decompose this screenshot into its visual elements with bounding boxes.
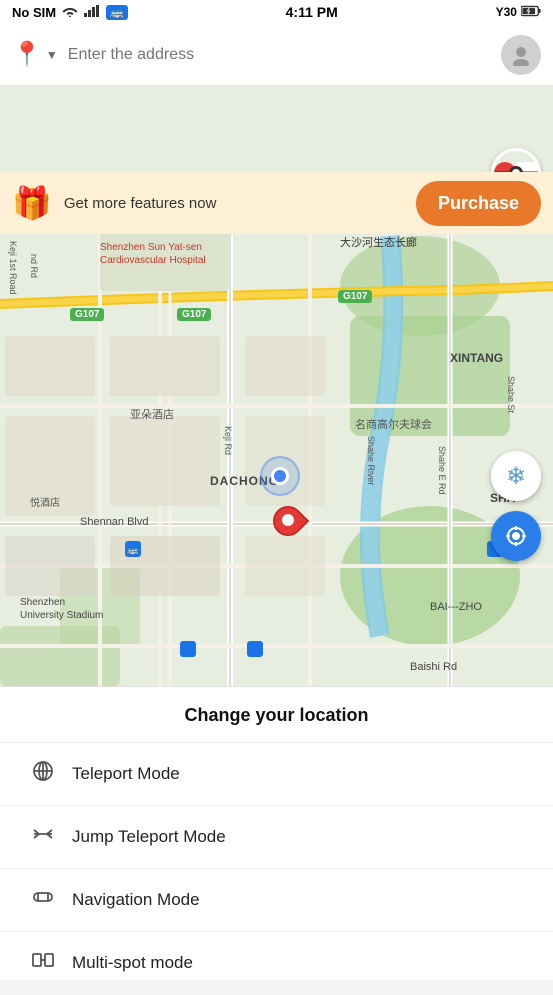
bottom-panel: Change your location Teleport Mode <box>0 686 553 980</box>
status-right: Y30 <box>496 5 541 20</box>
status-bar: No SIM 🚌 4:11 PM Y30 <box>0 0 553 24</box>
g107-badge-1: G107 <box>70 308 104 321</box>
pin-icon: 📍 <box>12 40 42 69</box>
keji-1st-road-label: Keji 1st Road <box>8 241 18 321</box>
wifi-icon <box>62 5 78 20</box>
jump-teleport-mode-label: Jump Teleport Mode <box>72 827 226 847</box>
battery-label: Y30 <box>496 5 517 19</box>
location-type-selector[interactable]: 📍 ▼ <box>12 40 58 69</box>
hotel-label: 亚朵酒店 <box>130 406 174 422</box>
shahe-st-label: Shahe St <box>506 376 516 436</box>
search-bar: 📍 ▼ <box>0 24 553 86</box>
destination-pin[interactable] <box>273 506 303 546</box>
promo-banner: 🎁 Get more features now Purchase <box>0 172 553 234</box>
snowflake-button[interactable]: ❄ <box>491 451 541 501</box>
g107-badge-2: G107 <box>177 308 211 321</box>
multispot-icon <box>30 948 56 978</box>
pin-body <box>273 506 303 546</box>
gps-icon <box>504 524 528 548</box>
battery-icon <box>521 5 541 20</box>
chevron-down-icon: ▼ <box>46 48 58 62</box>
signal-icon <box>84 5 100 20</box>
pin-dot <box>282 514 294 526</box>
gift-icon: 🎁 <box>12 184 52 222</box>
keji-rd-label: Keji Rd <box>223 426 233 486</box>
panel-title: Change your location <box>0 687 553 743</box>
shennan-blvd-label: Shennan Blvd <box>80 516 149 528</box>
jump-teleport-mode-item[interactable]: Jump Teleport Mode <box>0 806 553 869</box>
navigation-mode-label: Navigation Mode <box>72 890 200 910</box>
location-dot <box>271 467 289 485</box>
banner-text: Get more features now <box>64 195 404 212</box>
map-container: 🚌 Shenzhen Sun Yat-senCardiovascular Hos… <box>0 86 553 686</box>
teleport-icon <box>30 759 56 789</box>
mode-list: Teleport Mode Jump Teleport Mode <box>0 743 553 995</box>
transit-icon: 🚌 <box>106 5 128 20</box>
time-display: 4:11 PM <box>286 4 338 20</box>
navigation-icon <box>30 885 56 915</box>
xintang-label: XINTANG <box>450 351 503 365</box>
golf-label: 名商高尔夫球会 <box>355 416 432 432</box>
shahe-river-label: Shahe River <box>366 436 376 516</box>
teleport-mode-item[interactable]: Teleport Mode <box>0 743 553 806</box>
g107-badge-3: G107 <box>338 290 372 303</box>
yue-hotel-label: 悦酒店 <box>30 494 60 509</box>
address-search-input[interactable] <box>68 46 491 64</box>
carrier-label: No SIM <box>12 5 56 20</box>
park-label: 大沙河生态长廊 <box>340 234 417 250</box>
svg-text:🚌: 🚌 <box>127 545 138 555</box>
purchase-button[interactable]: Purchase <box>416 181 541 226</box>
jump-teleport-icon <box>30 822 56 852</box>
baishi-rd-label: Baishi Rd <box>410 661 457 673</box>
nd-rd-label: nd Rd <box>29 254 39 278</box>
hospital-label: Shenzhen Sun Yat-senCardiovascular Hospi… <box>100 241 220 267</box>
snowflake-icon: ❄ <box>506 462 526 491</box>
multispot-mode-item[interactable]: Multi-spot mode <box>0 932 553 995</box>
bai-zho-label: BAI---ZHO <box>430 601 482 613</box>
stadium-label: Shenzhen University Stadium <box>20 596 110 622</box>
profile-avatar[interactable] <box>501 35 541 75</box>
teleport-mode-label: Teleport Mode <box>72 764 180 784</box>
status-left: No SIM 🚌 <box>12 5 128 20</box>
location-ring <box>260 456 300 496</box>
gps-location-button[interactable] <box>491 511 541 561</box>
multispot-mode-label: Multi-spot mode <box>72 953 193 973</box>
user-location-marker <box>260 456 300 496</box>
navigation-mode-item[interactable]: Navigation Mode <box>0 869 553 932</box>
shahe-e-rd-label: Shahe E Rd <box>437 446 447 526</box>
